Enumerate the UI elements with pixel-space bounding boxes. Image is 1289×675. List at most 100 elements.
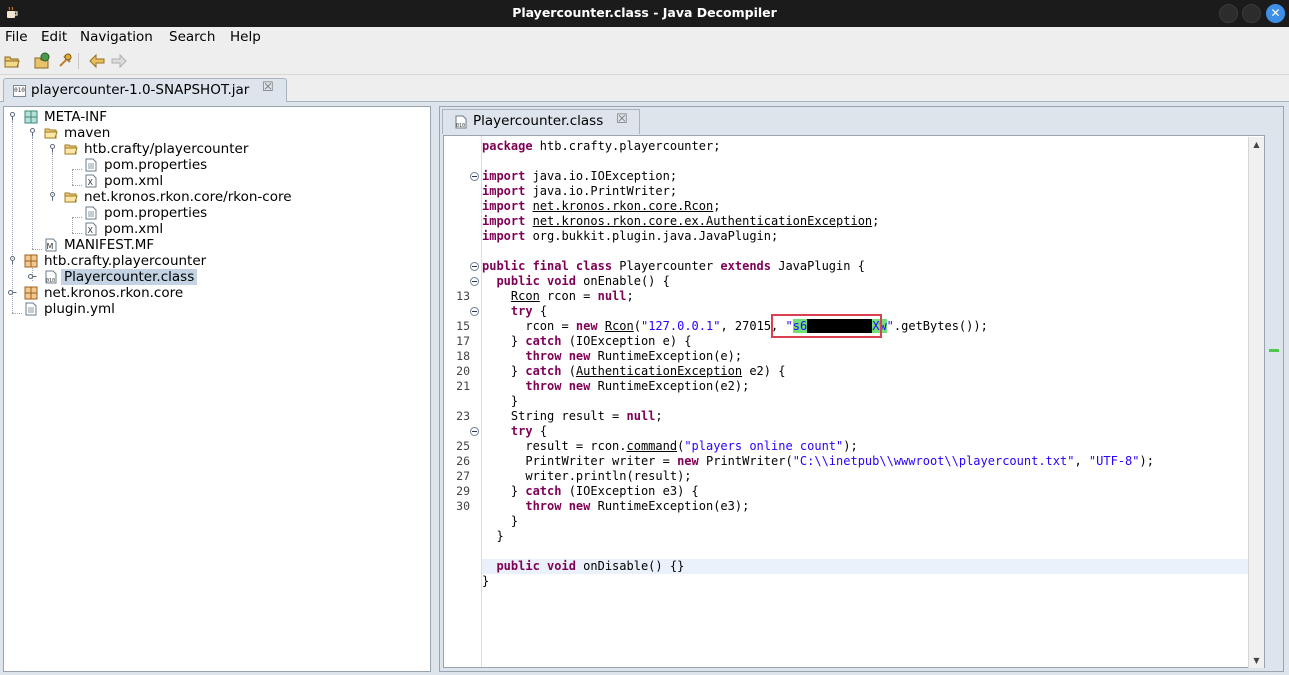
xml-file-icon: X — [85, 222, 97, 236]
open-type-icon[interactable] — [33, 52, 51, 70]
code-line: import net.kronos.rkon.core.ex.Authentic… — [482, 214, 880, 228]
search-match-marker[interactable] — [1269, 349, 1279, 352]
collapse-toggle-icon[interactable] — [8, 288, 17, 297]
code-line: import java.io.PrintWriter; — [482, 184, 678, 198]
package-icon — [24, 286, 38, 300]
package-icon — [24, 254, 38, 268]
code-line: } — [482, 394, 519, 408]
expand-toggle-icon[interactable] — [8, 256, 17, 265]
forward-icon[interactable] — [110, 52, 128, 70]
maximize-button[interactable] — [1242, 4, 1261, 23]
code-line: public void onEnable() { — [496, 274, 670, 288]
code-line: } — [482, 529, 504, 543]
tab-close-icon[interactable]: ☒ — [616, 112, 628, 127]
xml-file-icon: X — [85, 174, 97, 188]
line-number: 15 — [456, 319, 470, 333]
tab-jar-label: playercounter-1.0-SNAPSHOT.jar — [31, 82, 250, 98]
tab-close-icon[interactable]: ☒ — [262, 80, 274, 95]
svg-text:010: 010 — [456, 123, 465, 129]
code-line: writer.println(result); — [482, 469, 692, 483]
code-line: result = rcon.command("players online co… — [482, 439, 858, 453]
search-icon[interactable] — [56, 52, 74, 70]
tab-jar[interactable]: 010 playercounter-1.0-SNAPSHOT.jar ☒ — [3, 78, 287, 102]
line-number: 18 — [456, 349, 470, 363]
collapse-toggle-icon[interactable] — [28, 272, 37, 281]
manifest-file-icon: M — [45, 238, 57, 252]
code-line: PrintWriter writer = new PrintWriter("C:… — [482, 454, 1154, 468]
line-number: 13 — [456, 289, 470, 303]
open-folder-icon — [64, 144, 78, 155]
package-icon — [24, 110, 38, 124]
text-file-icon — [85, 206, 97, 220]
expand-toggle-icon[interactable] — [28, 128, 37, 137]
code-line: try { — [510, 424, 548, 438]
code-line: throw new RuntimeException(e2); — [525, 379, 750, 393]
fold-toggle-icon[interactable] — [470, 262, 479, 271]
line-number-gutter: 13 15 17 18 20 21 23 25 26 27 29 30 — [444, 136, 482, 667]
back-icon[interactable] — [88, 52, 106, 70]
text-file-icon — [85, 158, 97, 172]
line-number: 17 — [456, 334, 470, 348]
code-editor[interactable]: 13 15 17 18 20 21 23 25 26 27 29 30 pack… — [443, 135, 1265, 668]
menu-bar: File Edit Navigation Search Help — [0, 27, 1289, 48]
menu-search[interactable]: Search — [169, 29, 215, 45]
open-file-icon[interactable] — [3, 52, 21, 70]
code-area[interactable]: package htb.crafty.playercounter; import… — [482, 136, 1248, 667]
toolbar — [0, 48, 1289, 75]
tree-connector — [72, 217, 82, 218]
code-line: import java.io.IOException; — [482, 169, 678, 183]
tab-playercounter-class[interactable]: 010 Playercounter.class ☒ — [442, 109, 640, 134]
scroll-up-icon[interactable]: ▲ — [1249, 137, 1264, 152]
scroll-down-icon[interactable]: ▼ — [1249, 653, 1264, 668]
title-bar: Playercounter.class - Java Decompiler ✕ — [0, 0, 1289, 27]
tree-connector — [72, 169, 82, 170]
jar-file-icon: 010 — [13, 85, 26, 97]
class-file-icon: 010 — [45, 270, 57, 284]
menu-edit[interactable]: Edit — [41, 29, 67, 45]
overview-ruler[interactable] — [1266, 137, 1282, 668]
code-line: throw new RuntimeException(e3); — [525, 499, 750, 513]
code-line: } catch (IOException e3) { — [482, 484, 699, 498]
svg-text:X: X — [88, 178, 94, 187]
code-line: import org.bukkit.plugin.java.JavaPlugin… — [482, 229, 779, 243]
open-folder-icon — [44, 128, 58, 139]
line-number: 23 — [456, 409, 470, 423]
toolbar-separator — [78, 53, 79, 69]
line-number: 29 — [456, 484, 470, 498]
svg-text:X: X — [88, 226, 94, 235]
code-line: } catch (AuthenticationException e2) { — [482, 364, 786, 378]
line-number: 27 — [456, 469, 470, 483]
menu-help[interactable]: Help — [230, 29, 261, 45]
vertical-scrollbar[interactable]: ▲ ▼ — [1248, 137, 1264, 668]
open-folder-icon — [64, 192, 78, 203]
code-line: Rcon rcon = null; — [510, 289, 634, 303]
code-line: String result = null; — [482, 409, 663, 423]
code-line-current: public void onDisable() {} — [482, 559, 1248, 574]
fold-toggle-icon[interactable] — [470, 172, 479, 181]
line-number: 25 — [456, 439, 470, 453]
class-file-icon: 010 — [455, 115, 467, 129]
code-line: import net.kronos.rkon.core.Rcon; — [482, 199, 721, 213]
expand-toggle-icon[interactable] — [8, 112, 17, 121]
tree-connector — [72, 185, 82, 186]
expand-toggle-icon[interactable] — [48, 144, 57, 153]
expand-toggle-icon[interactable] — [48, 192, 57, 201]
tree-connector — [12, 121, 13, 313]
fold-toggle-icon[interactable] — [470, 307, 479, 316]
window-title: Playercounter.class - Java Decompiler — [512, 5, 777, 20]
menu-file[interactable]: File — [5, 29, 28, 45]
fold-toggle-icon[interactable] — [470, 427, 479, 436]
code-line: throw new RuntimeException(e); — [525, 349, 743, 363]
line-number: 26 — [456, 454, 470, 468]
tree-connector — [12, 313, 22, 314]
menu-navigation[interactable]: Navigation — [80, 29, 153, 45]
package-tree[interactable]: META-INF maven htb.crafty/playercounter … — [3, 106, 431, 672]
minimize-button[interactable] — [1219, 4, 1238, 23]
code-line: } — [482, 574, 490, 588]
code-line: } — [482, 514, 519, 528]
code-line: public final class Playercounter extends… — [482, 259, 865, 273]
fold-toggle-icon[interactable] — [470, 277, 479, 286]
close-window-button[interactable]: ✕ — [1266, 4, 1285, 23]
svg-text:M: M — [47, 242, 54, 251]
tree-connector — [32, 137, 33, 249]
